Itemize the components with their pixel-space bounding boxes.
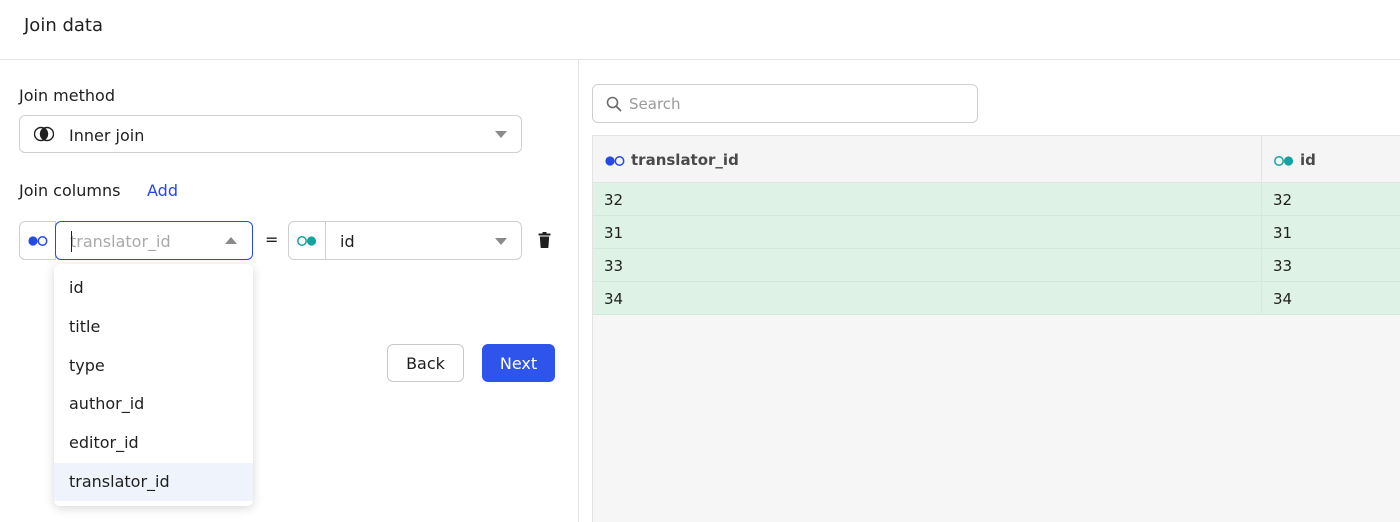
join-method-label: Join method — [19, 86, 115, 105]
table-cell: 34 — [604, 290, 624, 308]
option-type[interactable]: type — [54, 347, 253, 385]
chevron-down-icon — [495, 131, 507, 138]
page-title: Join data — [24, 15, 103, 36]
column-options-dropdown: id title type author_id editor_id transl… — [54, 264, 253, 506]
table-header: translator_id id — [593, 136, 1400, 183]
search-box[interactable] — [592, 84, 978, 123]
table-cell: 33 — [1273, 257, 1293, 275]
left-column-input[interactable] — [70, 230, 210, 252]
text-cursor — [71, 231, 72, 252]
right-column-select[interactable]: id — [325, 221, 522, 260]
left-table-icon — [605, 156, 625, 166]
preview-table: translator_id id 32 32 31 31 33 33 34 34 — [592, 135, 1400, 522]
join-method-value: Inner join — [69, 126, 145, 145]
right-table-icon — [1274, 156, 1294, 166]
right-column-value: id — [340, 232, 355, 251]
join-method-select[interactable]: Inner join — [19, 115, 522, 153]
table-cell: 32 — [1273, 191, 1293, 209]
option-editor-id[interactable]: editor_id — [54, 424, 253, 462]
next-button[interactable]: Next — [482, 344, 555, 382]
back-button[interactable]: Back — [387, 344, 464, 382]
column-header-id[interactable]: id — [1300, 151, 1316, 169]
left-table-badge — [19, 221, 56, 260]
trash-icon[interactable] — [538, 232, 551, 248]
table-cell: 34 — [1273, 290, 1293, 308]
table-cell: 31 — [604, 224, 624, 242]
add-join-column-link[interactable]: Add — [147, 181, 178, 200]
table-row: 34 34 — [593, 282, 1400, 315]
search-input[interactable] — [629, 94, 959, 114]
table-cell: 31 — [1273, 224, 1293, 242]
column-header-translator-id[interactable]: translator_id — [631, 151, 739, 169]
left-table-icon — [28, 236, 48, 246]
right-table-badge — [288, 221, 326, 260]
option-translator-id[interactable]: translator_id — [54, 463, 253, 501]
table-row: 31 31 — [593, 216, 1400, 249]
right-table-icon — [297, 236, 317, 246]
option-author-id[interactable]: author_id — [54, 385, 253, 423]
preview-panel: translator_id id 32 32 31 31 33 33 34 34 — [580, 60, 1400, 522]
search-icon — [606, 96, 622, 112]
left-column-combobox[interactable] — [55, 221, 253, 260]
chevron-down-icon — [495, 238, 507, 245]
option-title[interactable]: title — [54, 308, 253, 346]
table-row: 33 33 — [593, 249, 1400, 282]
table-row: 32 32 — [593, 183, 1400, 216]
column-divider[interactable] — [1261, 136, 1262, 315]
table-cell: 33 — [604, 257, 624, 275]
page-header: Join data — [0, 0, 1400, 60]
inner-join-icon — [34, 126, 54, 142]
option-id[interactable]: id — [54, 269, 253, 307]
equals-operator: = — [265, 230, 279, 249]
table-cell: 32 — [604, 191, 624, 209]
join-columns-label: Join columns — [19, 181, 121, 200]
chevron-up-icon — [225, 237, 237, 244]
